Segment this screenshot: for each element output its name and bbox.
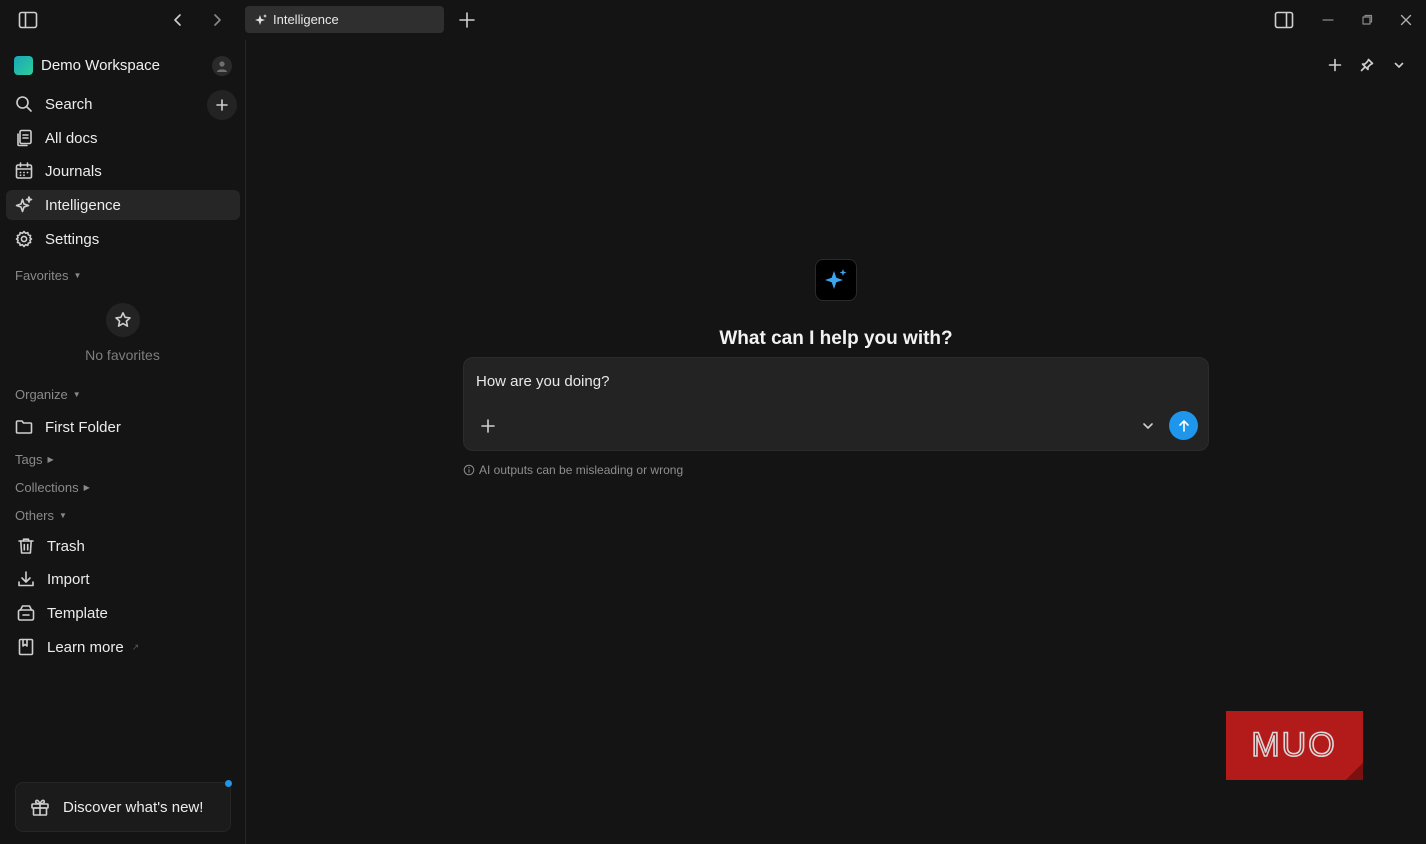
workspace-logo — [14, 55, 33, 75]
docs-icon — [14, 128, 34, 148]
discover-whats-new-button[interactable]: Discover what's new! — [15, 782, 231, 832]
page-title: What can I help you with? — [719, 328, 953, 349]
favorites-empty-state: No favorites — [0, 303, 245, 363]
calendar-icon — [14, 161, 34, 181]
external-link-icon: ↗ — [131, 641, 140, 652]
sidebar-item-all-docs[interactable]: All docs — [6, 123, 240, 153]
sidebar-item-learn-more[interactable]: Learn more ↗ — [6, 632, 240, 662]
forward-arrow-icon[interactable] — [205, 8, 229, 32]
ai-disclaimer: AI outputs can be misleading or wrong — [463, 463, 683, 477]
organize-section-header[interactable]: Organize ▼ — [15, 387, 81, 402]
section-label: Organize — [15, 387, 68, 402]
chat-input[interactable]: How are you doing? — [476, 373, 609, 390]
ai-sparkle-logo-icon — [815, 259, 857, 301]
workspace-name: Demo Workspace — [41, 56, 160, 74]
section-label: Collections — [15, 480, 79, 495]
notification-dot — [225, 780, 232, 787]
disclaimer-text: AI outputs can be misleading or wrong — [479, 463, 684, 477]
model-chevron-down-icon[interactable] — [1138, 416, 1158, 436]
sparkle-icon — [254, 13, 268, 27]
caret-down-icon: ▼ — [72, 390, 81, 399]
trash-icon — [16, 536, 36, 556]
star-icon — [105, 303, 140, 337]
back-arrow-icon[interactable] — [166, 8, 190, 32]
template-icon — [16, 603, 36, 623]
title-bar: Intelligence — [0, 0, 1426, 40]
tab-label: Intelligence — [273, 12, 339, 27]
caret-right-icon: ▶ — [47, 455, 54, 464]
search-icon — [14, 94, 34, 114]
sidebar-item-label: Intelligence — [45, 196, 121, 214]
sidebar-item-label: Search — [45, 95, 93, 113]
sidebar-item-search[interactable]: Search — [6, 89, 240, 119]
send-button[interactable] — [1169, 411, 1198, 440]
new-tab-icon[interactable] — [455, 8, 479, 32]
new-chat-icon[interactable] — [1324, 54, 1346, 76]
sidebar-item-label: All docs — [45, 129, 98, 147]
sidebar-item-label: Trash — [47, 537, 85, 555]
user-avatar-icon[interactable] — [212, 56, 232, 76]
right-sidebar-toggle-icon[interactable] — [1272, 8, 1296, 32]
others-section-header[interactable]: Others ▼ — [15, 508, 67, 523]
sidebar-toggle-icon[interactable] — [16, 8, 40, 32]
caret-right-icon: ▶ — [83, 483, 90, 492]
sidebar-item-settings[interactable]: Settings — [6, 224, 240, 254]
plus-icon — [216, 99, 228, 111]
collections-section-header[interactable]: Collections ▶ — [15, 480, 90, 495]
arrow-up-icon — [1178, 419, 1189, 432]
sidebar: Demo Workspace Search All docs Journals … — [0, 40, 245, 844]
workspace-switcher[interactable]: Demo Workspace — [14, 54, 236, 76]
close-icon[interactable] — [1394, 8, 1418, 32]
folder-label: First Folder — [45, 418, 121, 436]
sparkle-icon — [14, 195, 34, 215]
book-icon — [16, 637, 36, 657]
gear-icon — [14, 229, 34, 249]
minimize-icon[interactable] — [1316, 8, 1340, 32]
new-doc-button[interactable] — [207, 90, 237, 120]
favorites-section-header[interactable]: Favorites ▼ — [15, 268, 81, 283]
folder-icon — [14, 417, 34, 437]
sidebar-item-import[interactable]: Import — [6, 564, 240, 594]
sidebar-item-label: Journals — [45, 162, 102, 180]
sidebar-item-first-folder[interactable]: First Folder — [6, 412, 240, 442]
caret-down-icon: ▼ — [73, 271, 82, 280]
watermark-text: MUO — [1251, 726, 1336, 764]
section-label: Tags — [15, 452, 43, 467]
section-label: Others — [15, 508, 55, 523]
sidebar-item-journals[interactable]: Journals — [6, 156, 240, 186]
pin-icon[interactable] — [1356, 54, 1378, 76]
sidebar-item-label: Settings — [45, 230, 100, 248]
sidebar-item-template[interactable]: Template — [6, 598, 240, 628]
section-label: Favorites — [15, 268, 69, 283]
sidebar-item-trash[interactable]: Trash — [6, 531, 240, 561]
sidebar-item-label: Learn more — [47, 638, 124, 656]
sidebar-item-intelligence[interactable]: Intelligence — [6, 190, 240, 220]
no-favorites-text: No favorites — [85, 347, 160, 363]
tab-intelligence[interactable]: Intelligence — [245, 6, 444, 33]
download-icon — [16, 569, 36, 589]
sidebar-item-label: Import — [47, 570, 90, 588]
restore-icon[interactable] — [1355, 8, 1379, 32]
info-icon — [463, 464, 475, 476]
muo-watermark-logo: MUO — [1226, 711, 1363, 780]
tags-section-header[interactable]: Tags ▶ — [15, 452, 54, 467]
caret-down-icon: ▼ — [59, 511, 67, 520]
sidebar-divider — [245, 40, 246, 844]
chevron-down-icon[interactable] — [1388, 54, 1410, 76]
attach-plus-icon[interactable] — [478, 416, 498, 436]
gift-icon — [30, 797, 50, 817]
sidebar-item-label: Template — [47, 604, 108, 622]
chat-input-box[interactable]: How are you doing? — [463, 357, 1209, 451]
discover-label: Discover what's new! — [63, 798, 204, 816]
